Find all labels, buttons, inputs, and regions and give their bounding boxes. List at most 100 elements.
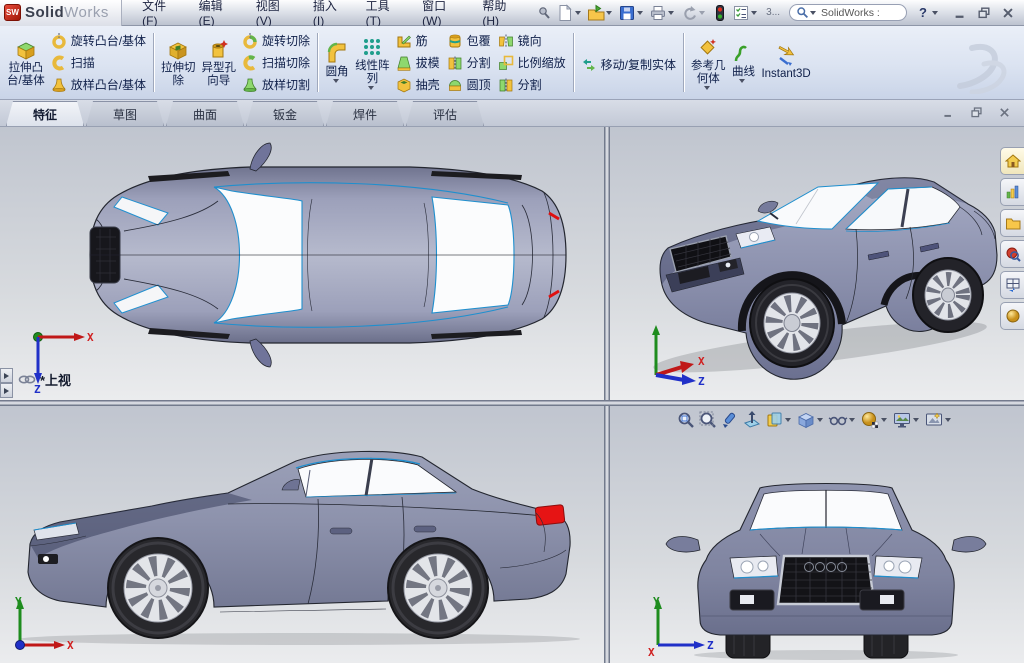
rib-button[interactable]: 筋 bbox=[393, 30, 444, 52]
swept-boss-label: 扫描 bbox=[70, 56, 95, 70]
pin-icon[interactable] bbox=[534, 3, 554, 23]
lofted-boss-button[interactable]: 放样凸台/基体 bbox=[48, 74, 150, 96]
view-palette-tab[interactable] bbox=[1000, 271, 1024, 299]
svg-text:X: X bbox=[67, 639, 74, 652]
search-text[interactable]: SolidWorks : bbox=[821, 7, 880, 19]
lofted-cut-button[interactable]: 放样切割 bbox=[239, 74, 314, 96]
instant3d-button[interactable]: Instant3D bbox=[758, 42, 813, 83]
help-button[interactable]: ? bbox=[916, 5, 930, 20]
extruded-boss-icon bbox=[16, 42, 35, 60]
print-button[interactable] bbox=[648, 3, 678, 23]
app-name-light: Works bbox=[64, 3, 109, 21]
doc-restore-button[interactable] bbox=[966, 104, 986, 120]
tab-features[interactable]: 特征 bbox=[6, 101, 84, 126]
viewport-front-view[interactable]: Y Z X bbox=[610, 406, 1024, 663]
move-copy-button[interactable]: 移动/复制实体 bbox=[578, 54, 680, 76]
hole-wizard-button[interactable]: 异型孔 向导 bbox=[199, 36, 240, 90]
split-button[interactable]: 分割 bbox=[444, 52, 495, 74]
car-side-view bbox=[20, 450, 580, 645]
solidworks-resources-tab[interactable] bbox=[1000, 147, 1024, 175]
solidworks-search-tab[interactable] bbox=[1000, 240, 1024, 268]
view-settings-icon[interactable] bbox=[924, 410, 954, 430]
previous-view-icon[interactable] bbox=[720, 410, 740, 430]
doc-minimize-button[interactable] bbox=[938, 104, 958, 120]
minimize-button[interactable] bbox=[948, 3, 972, 22]
open-document-button[interactable] bbox=[586, 3, 616, 23]
side-front-wheel bbox=[107, 537, 209, 639]
tab-surfaces[interactable]: 曲面 bbox=[166, 101, 244, 126]
restore-button[interactable] bbox=[972, 3, 996, 22]
revolved-cut-button[interactable]: 旋转切除 bbox=[239, 30, 314, 52]
rebuild-button[interactable] bbox=[710, 3, 730, 23]
extruded-boss-label2: 台/基体 bbox=[7, 74, 45, 87]
folder-icon bbox=[1005, 218, 1020, 230]
options-button[interactable] bbox=[731, 3, 761, 23]
svg-text:X: X bbox=[698, 355, 705, 368]
revolved-boss-button[interactable]: 旋转凸台/基体 bbox=[48, 30, 150, 52]
task-pane bbox=[1000, 147, 1024, 330]
viewport-splitter-horizontal[interactable] bbox=[0, 400, 1024, 406]
dome-label: 圆顶 bbox=[466, 78, 491, 92]
reference-geometry-button[interactable]: 参考几 何体 bbox=[688, 34, 729, 92]
instant3d-label: Instant3D bbox=[761, 68, 811, 80]
wrap-button[interactable]: 包覆 bbox=[444, 30, 495, 52]
search-box[interactable]: SolidWorks : bbox=[789, 4, 908, 21]
split2-button[interactable]: 分割 bbox=[495, 74, 570, 96]
mirror-button[interactable]: 镜向 bbox=[495, 30, 570, 52]
viewport-splitter-vertical[interactable] bbox=[604, 127, 610, 663]
extruded-boss-label1: 拉伸凸 bbox=[8, 61, 44, 74]
triad-side-view: Y X bbox=[15, 595, 74, 652]
triad-front-view: Y Z X bbox=[648, 595, 714, 659]
svg-text:Y: Y bbox=[653, 595, 660, 608]
zoom-to-area-icon[interactable] bbox=[698, 410, 718, 430]
feature-tree-flyout bbox=[0, 368, 13, 398]
view-orientation-icon[interactable] bbox=[764, 410, 794, 430]
svg-text:Y: Y bbox=[15, 595, 22, 608]
tab-evaluate[interactable]: 评估 bbox=[406, 101, 484, 126]
linear-pattern-button[interactable]: 线性阵 列 bbox=[352, 34, 393, 92]
hole-wizard-label2: 向导 bbox=[207, 74, 231, 87]
extruded-boss-button[interactable]: 拉伸凸 台/基体 bbox=[4, 36, 48, 90]
close-button[interactable] bbox=[996, 3, 1020, 22]
app-logo: SW SolidWorks bbox=[0, 0, 123, 26]
hide-show-items-icon[interactable] bbox=[828, 410, 858, 430]
save-button[interactable] bbox=[617, 3, 647, 23]
doc-close-button[interactable] bbox=[994, 104, 1014, 120]
swept-boss-button[interactable]: 扫描 bbox=[48, 52, 150, 74]
undo-button[interactable] bbox=[679, 3, 709, 23]
reference-geometry-label1: 参考几 bbox=[690, 59, 726, 72]
swept-cut-button[interactable]: 扫描切除 bbox=[239, 52, 314, 74]
title-bar: SW SolidWorks 文件(F) 编辑(E) 视图(V) 插入(I) 工具… bbox=[0, 0, 1024, 28]
draft-button[interactable]: 拔模 bbox=[393, 52, 444, 74]
extruded-cut-button[interactable]: 拉伸切 除 bbox=[158, 36, 199, 90]
toolbar-overflow[interactable]: 3... bbox=[766, 7, 780, 18]
flyout-expand-button[interactable] bbox=[0, 368, 13, 383]
dome-button[interactable]: 圆顶 bbox=[444, 74, 495, 96]
dome-icon bbox=[448, 79, 461, 91]
edit-appearance-icon[interactable] bbox=[860, 410, 890, 430]
flyout-expand-all-button[interactable] bbox=[0, 383, 13, 398]
extruded-cut-icon bbox=[169, 42, 188, 60]
tab-sheet-metal[interactable]: 钣金 bbox=[246, 101, 324, 126]
file-explorer-tab[interactable] bbox=[1000, 209, 1024, 237]
split-label: 分割 bbox=[466, 56, 491, 70]
tab-weldments[interactable]: 焊件 bbox=[326, 101, 404, 126]
zoom-to-fit-icon[interactable] bbox=[676, 410, 696, 430]
new-document-button[interactable] bbox=[555, 3, 585, 23]
link-icon bbox=[18, 375, 36, 384]
viewport-side-view[interactable]: Y X bbox=[0, 406, 604, 663]
curves-icon bbox=[735, 45, 748, 62]
fillet-button[interactable]: 圆角 bbox=[322, 40, 352, 85]
apply-scene-icon[interactable] bbox=[892, 410, 922, 430]
tab-sketch[interactable]: 草图 bbox=[86, 101, 164, 126]
curves-button[interactable]: 曲线 bbox=[728, 40, 758, 85]
display-style-icon[interactable] bbox=[796, 410, 826, 430]
revolved-cut-label: 旋转切除 bbox=[262, 34, 311, 48]
viewport-isometric-view[interactable]: X Z bbox=[610, 127, 1024, 400]
appearances-tab[interactable] bbox=[1000, 302, 1024, 330]
design-library-tab[interactable] bbox=[1000, 178, 1024, 206]
shell-button[interactable]: 抽壳 bbox=[393, 74, 444, 96]
scale-button[interactable]: 比例缩放 bbox=[495, 52, 570, 74]
draft-icon bbox=[397, 56, 411, 71]
section-view-icon[interactable] bbox=[742, 410, 762, 430]
